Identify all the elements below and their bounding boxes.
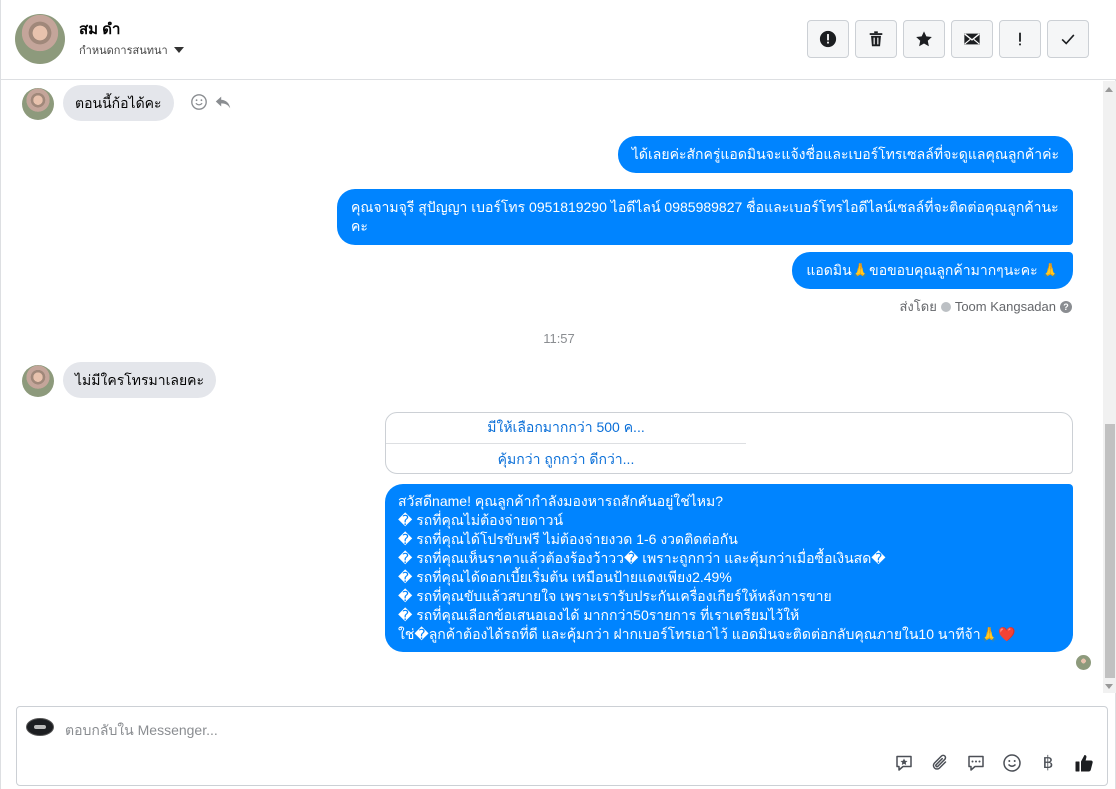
scrollbar-thumb[interactable] [1105, 424, 1115, 678]
incoming-message[interactable]: ตอนนี้ก้อได้คะ [63, 85, 174, 121]
promo-line: สวัสดีname! คุณลูกค้ากำลังมองหารถสักคันอ… [398, 493, 723, 509]
emoji-button[interactable] [1001, 752, 1023, 774]
delete-button[interactable] [855, 20, 897, 58]
sent-by-name[interactable]: Toom Kangsadan [955, 299, 1056, 314]
check-icon [1061, 34, 1075, 45]
exclamation-icon [1019, 32, 1021, 46]
quick-reply-option[interactable]: มีให้เลือกมากกว่า 500 ค... [386, 413, 746, 444]
scroll-down-arrow-icon[interactable] [1105, 684, 1113, 689]
promo-line: � รถที่คุณเลือกข้อเสนอเองได้ มากกว่า50รา… [398, 607, 800, 623]
baht-icon: ฿ [1042, 753, 1054, 773]
star-button[interactable] [903, 20, 945, 58]
trash-icon [869, 31, 883, 47]
scroll-up-arrow-icon[interactable] [1105, 87, 1113, 92]
promo-line: � รถที่คุณขับแล้วสบายใจ เพราะเรารับประกั… [398, 588, 832, 604]
conversation-header: สม ดำ กำหนดการสนทนา [1, 0, 1116, 80]
contact-avatar-small [22, 88, 54, 120]
help-icon[interactable]: ? [1060, 300, 1072, 313]
alert-circle-icon [819, 30, 837, 48]
contact-name[interactable]: สม ดำ [79, 17, 120, 41]
caret-down-icon [173, 47, 184, 53]
mail-icon [964, 33, 980, 45]
outgoing-message[interactable]: คุณจามจุรี สุปัญญา เบอร์โทร 0951819290 ไ… [337, 189, 1073, 245]
promo-line: � รถที่คุณได้ดอกเบี้ยเริ่มต้น เหมือนป้าย… [398, 569, 732, 585]
smiley-icon[interactable] [190, 93, 208, 111]
message-thread[interactable]: ตอนนี้ก้อได้คะ ได้เลยค่ะสักครู่แอดมินจะแ… [2, 81, 1116, 693]
emoji-icon [1003, 754, 1021, 772]
message-timestamp: 11:57 [543, 331, 575, 346]
saved-reply-icon [896, 755, 912, 771]
incoming-message[interactable]: ไม่มีใครโทรมาเลยคะ [63, 362, 217, 398]
chat-button[interactable] [965, 752, 987, 774]
like-button[interactable] [1073, 752, 1095, 774]
contact-avatar-small [22, 365, 54, 397]
quick-reply-option[interactable]: คุ้มกว่า ถูกกว่า ดีกว่า... [386, 444, 746, 473]
promo-line: � รถที่คุณได้โปรขับฟรี ไม่ต้องจ่ายงวด 1-… [398, 531, 738, 547]
thumbs-up-icon [1075, 755, 1093, 772]
mark-unread-button[interactable] [951, 20, 993, 58]
attachment-icon [932, 754, 947, 770]
payment-button[interactable]: ฿ [1037, 752, 1059, 774]
seen-avatar [1076, 655, 1091, 670]
quick-reply-buttons: มีให้เลือกมากกว่า 500 ค... คุ้มกว่า ถูกก… [385, 412, 1073, 474]
chat-bubble-icon [968, 755, 984, 771]
spam-button[interactable] [999, 20, 1041, 58]
contact-avatar[interactable] [15, 14, 65, 64]
page-logo-icon [26, 718, 54, 736]
mark-done-button[interactable] [1047, 20, 1089, 58]
alert-button[interactable] [807, 20, 849, 58]
composer-actions: ฿ [893, 752, 1095, 774]
promo-line: ใช่�ลูกค้าต้องได้รถที่ดี และคุ้มกว่า ฝาก… [398, 626, 1016, 642]
sent-by-label: ส่งโดย [899, 299, 937, 314]
sent-by-info: ส่งโดย Toom Kangsadan ? [899, 296, 1072, 317]
scrollbar[interactable] [1103, 81, 1116, 693]
star-icon [916, 31, 932, 47]
assign-conversation-dropdown[interactable]: กำหนดการสนทนา [79, 41, 184, 59]
assign-label: กำหนดการสนทนา [79, 45, 168, 57]
messenger-window: สม ดำ กำหนดการสนทนา ตอนนี้ก้อได้คะ ได้เล… [0, 0, 1116, 789]
message-actions [190, 93, 232, 111]
outgoing-message[interactable]: ได้เลยค่ะสักครู่แอดมินจะแจ้งชื่อและเบอร์… [617, 136, 1073, 173]
reply-icon[interactable] [214, 93, 232, 111]
reply-input[interactable]: ตอบกลับใน Messenger... [65, 720, 218, 742]
promo-message[interactable]: สวัสดีname! คุณลูกค้ากำลังมองหารถสักคันอ… [385, 484, 1073, 652]
attach-button[interactable] [929, 752, 951, 774]
outgoing-message[interactable]: แอดมิน🙏ขอขอบคุณลูกค้ามากๆนะคะ 🙏 [792, 252, 1073, 289]
promo-line: � รถที่คุณไม่ต้องจ่ายดาวน์ [398, 512, 564, 528]
promo-line: � รถที่คุณเห็นราคาแล้วต้องร้องว้าวว� เพร… [398, 550, 886, 566]
saved-replies-button[interactable] [893, 752, 915, 774]
message-composer[interactable]: ตอบกลับใน Messenger... ฿ [16, 706, 1108, 786]
header-toolbar [807, 20, 1089, 58]
agent-avatar-icon [940, 301, 951, 312]
